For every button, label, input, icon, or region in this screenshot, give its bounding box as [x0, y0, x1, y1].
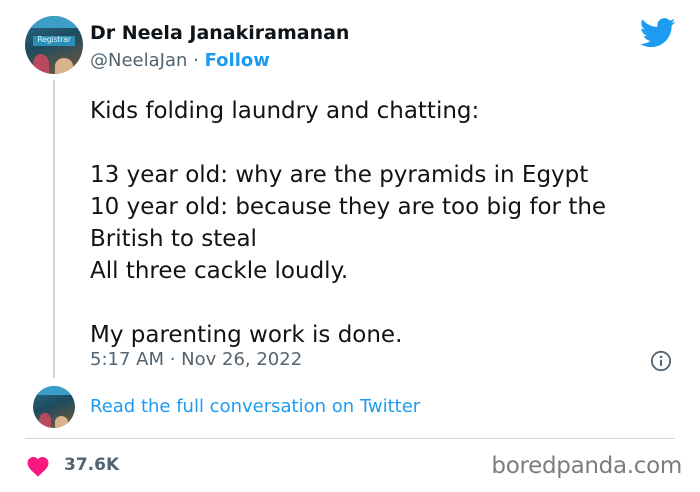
tweet-timestamp[interactable]: 5:17 AM · Nov 26, 2022 — [90, 349, 302, 370]
author-handle[interactable]: @NeelaJan — [90, 50, 187, 71]
read-conversation-link[interactable]: Read the full conversation on Twitter — [90, 396, 420, 417]
avatar-figure — [55, 58, 73, 74]
tweet-line: 10 year old: because they are too big fo… — [90, 194, 607, 220]
separator-dot: · — [193, 50, 199, 71]
avatar-banner — [33, 386, 75, 395]
info-icon[interactable] — [650, 350, 672, 372]
author-avatar[interactable]: Registrar — [25, 16, 83, 74]
avatar-figure — [55, 416, 68, 428]
divider — [25, 438, 675, 439]
avatar-figure — [39, 413, 51, 428]
tweet-line: My parenting work is done. — [90, 322, 403, 348]
watermark: boredpanda.com — [491, 453, 682, 479]
author-handle-row: @NeelaJan · Follow — [90, 50, 270, 71]
like-count[interactable]: 37.6K — [64, 455, 119, 475]
tweet-line: Kids folding laundry and chatting: — [90, 98, 480, 124]
twitter-bird-icon[interactable] — [640, 18, 676, 48]
tweet-line: 13 year old: why are the pyramids in Egy… — [90, 162, 589, 188]
avatar-sign: Registrar — [33, 36, 75, 46]
avatar-banner — [25, 16, 83, 28]
heart-icon[interactable] — [26, 455, 50, 477]
tweet-text: Kids folding laundry and chatting: 13 ye… — [90, 95, 690, 351]
thread-line — [53, 80, 55, 378]
avatar-figure — [33, 54, 49, 74]
tweet-line: British to steal — [90, 226, 257, 252]
follow-button[interactable]: Follow — [205, 50, 270, 71]
author-avatar-small[interactable] — [33, 386, 75, 428]
author-name[interactable]: Dr Neela Janakiramanan — [90, 22, 349, 44]
tweet-line: All three cackle loudly. — [90, 258, 349, 284]
